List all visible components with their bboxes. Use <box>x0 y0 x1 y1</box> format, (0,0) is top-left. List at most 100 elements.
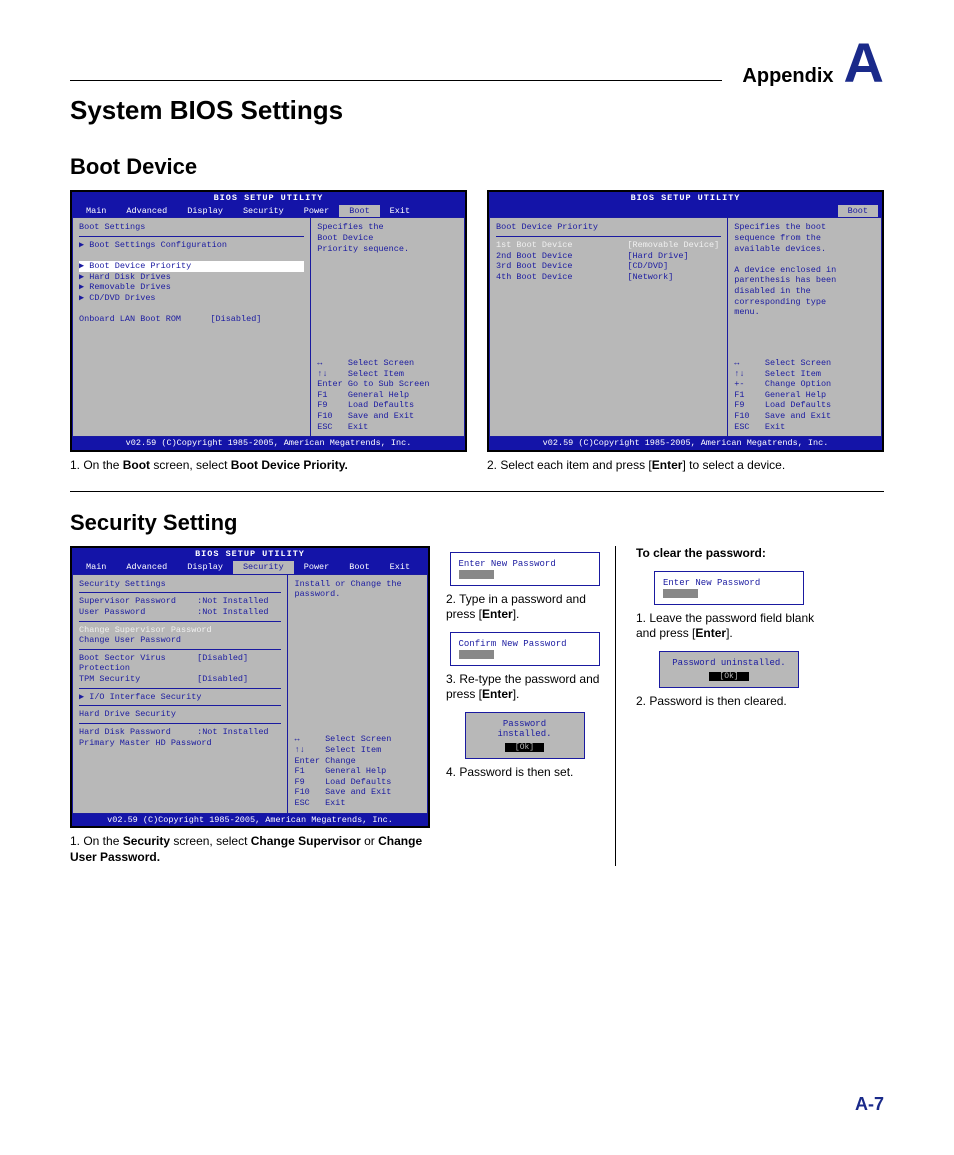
key-hint: F9 Load Defaults <box>294 777 421 788</box>
field-label: Hard Disk Password <box>79 727 197 738</box>
key-hint: F1 General Help <box>734 390 875 401</box>
bios-menubar: Boot <box>489 205 882 218</box>
field-value: :Not Installed <box>197 607 281 618</box>
caption-bold: Enter <box>652 458 683 472</box>
caption-step2: 2. Type in a password and press [Enter]. <box>446 592 603 622</box>
password-mask-icon <box>663 589 698 598</box>
caption-bold: Boot <box>123 458 150 472</box>
menu-security: Security <box>233 561 294 574</box>
caption-text: 3. Re-type the password and press [ <box>446 672 599 701</box>
appendix-letter: A <box>844 35 884 91</box>
bios-field-row: 3rd Boot Device [CD/DVD] <box>496 261 721 272</box>
appendix-label: Appendix <box>742 65 833 88</box>
section-heading-security: Security Setting <box>70 510 884 536</box>
bios-field-row: Hard Disk Password:Not Installed <box>79 727 281 738</box>
page-title: System BIOS Settings <box>70 95 884 126</box>
key-hint: F9 Load Defaults <box>734 400 875 411</box>
bios-item: ▶ Boot Settings Configuration <box>79 240 304 251</box>
caption-text: 2. Select each item and press [ <box>487 458 652 472</box>
menu-boot: Boot <box>838 205 878 218</box>
field-label: Supervisor Password <box>79 596 197 607</box>
key-hint: F9 Load Defaults <box>317 400 458 411</box>
dialog-confirm-password: Confirm New Password **** <box>450 632 600 666</box>
caption-step4: 4. Password is then set. <box>446 765 603 780</box>
clear-password-heading: To clear the password: <box>636 546 766 560</box>
bios-field-row: 2nd Boot Device [Hard Drive] <box>496 251 721 262</box>
bios-keys: ↔ Select Screen ↑↓ Select Item Enter Cha… <box>294 734 421 808</box>
field-label: 3rd Boot Device <box>496 261 627 272</box>
bios-field-row: 1st Boot Device [Removable Device] <box>496 240 721 251</box>
bios-footer: v02.59 (C)Copyright 1985-2005, American … <box>72 437 465 450</box>
caption-clear2: 2. Password is then cleared. <box>636 694 822 709</box>
menu-display: Display <box>177 561 233 574</box>
caption-step3: 3. Re-type the password and press [Enter… <box>446 672 603 702</box>
field-value: :Not Installed <box>197 596 281 607</box>
bios-field-row: 4th Boot Device [Network] <box>496 272 721 283</box>
bios-screenshot-boot-settings: BIOS SETUP UTILITY Main Advanced Display… <box>70 190 467 452</box>
dialog-enter-password-blank: Enter New Password <box>654 571 804 605</box>
dialog-label: Enter New Password <box>663 578 760 588</box>
menu-exit: Exit <box>380 561 420 574</box>
key-hint: ↑↓ Select Item <box>734 369 875 380</box>
menu-main: Main <box>76 205 116 218</box>
key-hint: Enter Go to Sub Screen <box>317 379 458 390</box>
field-value: :Not Installed <box>197 727 281 738</box>
field-value: [Removable Device] <box>627 240 721 251</box>
menu-main: Main <box>76 561 116 574</box>
field-label: User Password <box>79 607 197 618</box>
key-hint: F10 Save and Exit <box>734 411 875 422</box>
bios-title: BIOS SETUP UTILITY <box>489 192 882 205</box>
dialog-label: Confirm New Password <box>459 639 567 649</box>
caption-bold: Boot Device Priority. <box>231 458 348 472</box>
bios-title: BIOS SETUP UTILITY <box>72 548 428 561</box>
caption-security-bios: 1. On the Security screen, select Change… <box>70 834 430 865</box>
bios-menubar: Main Advanced Display Security Power Boo… <box>72 205 465 218</box>
bios-field-row: Onboard LAN Boot ROM [Disabled] <box>79 314 304 325</box>
field-value: [Hard Drive] <box>627 251 721 262</box>
password-mask-icon: **** <box>459 570 494 579</box>
key-hint: F1 General Help <box>294 766 421 777</box>
field-label: Onboard LAN Boot ROM <box>79 314 210 325</box>
key-hint: F10 Save and Exit <box>294 787 421 798</box>
dialog-enter-password: Enter New Password **** <box>450 552 600 586</box>
bios-help: Specifies the Boot Device Priority seque… <box>317 222 458 254</box>
caption-text: screen, select <box>150 458 231 472</box>
menu-display: Display <box>177 205 233 218</box>
panel-title: Security Settings <box>79 579 281 590</box>
field-value: [Network] <box>627 272 721 283</box>
field-value: [Disabled] <box>210 314 304 325</box>
key-hint: ↔ Select Screen <box>294 734 421 745</box>
caption-clear1: 1. Leave the password field blank and pr… <box>636 611 822 641</box>
menu-boot: Boot <box>339 205 379 218</box>
bios-item: Primary Master HD Password <box>79 738 281 749</box>
bios-menubar: Main Advanced Display Security Power Boo… <box>72 561 428 574</box>
bios-help: Specifies the boot sequence from the ava… <box>734 222 875 318</box>
caption-text: ]. <box>726 626 733 640</box>
dialog-label: Password uninstalled. <box>668 658 790 668</box>
panel-title: Boot Device Priority <box>496 222 721 233</box>
key-hint: F10 Save and Exit <box>317 411 458 422</box>
bios-item-selected: Change Supervisor Password <box>79 625 281 636</box>
caption-boot-left: 1. On the Boot screen, select Boot Devic… <box>70 458 467 474</box>
field-label: 2nd Boot Device <box>496 251 627 262</box>
caption-text: or <box>361 834 378 848</box>
bios-footer: v02.59 (C)Copyright 1985-2005, American … <box>489 437 882 450</box>
caption-bold: Enter <box>482 607 513 621</box>
key-hint: ESC Exit <box>734 422 875 433</box>
panel-title: Boot Settings <box>79 222 304 233</box>
bios-field-row: Supervisor Password:Not Installed <box>79 596 281 607</box>
bios-screenshot-boot-priority: BIOS SETUP UTILITY Boot Boot Device Prio… <box>487 190 884 452</box>
caption-boot-right: 2. Select each item and press [Enter] to… <box>487 458 884 474</box>
menu-advanced: Advanced <box>116 205 177 218</box>
bios-footer: v02.59 (C)Copyright 1985-2005, American … <box>72 814 428 827</box>
menu-advanced: Advanced <box>116 561 177 574</box>
key-hint: F1 General Help <box>317 390 458 401</box>
section-heading-boot: Boot Device <box>70 154 884 180</box>
key-hint: ↑↓ Select Item <box>294 745 421 756</box>
key-hint: ESC Exit <box>317 422 458 433</box>
caption-text: 1. On the <box>70 458 123 472</box>
key-hint: ↔ Select Screen <box>317 358 458 369</box>
dialog-label: Enter New Password <box>459 559 556 569</box>
caption-text: ] to select a device. <box>682 458 785 472</box>
bios-item: ▶ Hard Disk Drives <box>79 272 304 283</box>
